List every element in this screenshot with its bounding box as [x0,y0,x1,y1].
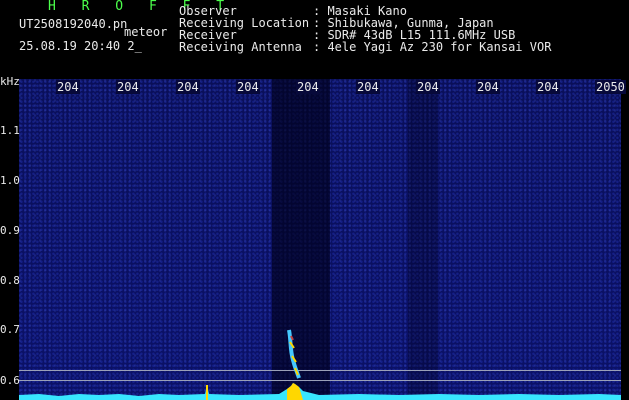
meteor-echo [287,329,301,379]
y-tick-label: 1.0 [0,174,20,187]
y-axis-unit: kHz [0,75,20,88]
detection-tag: meteor [124,25,168,39]
x-tick-label: 2050 [595,80,626,94]
info-value-antenna: : 4ele Yagi Az 230 for Kansai VOR [313,40,552,54]
x-tick-label: 204 [536,80,560,94]
y-tick-label: 0.7 [0,323,20,336]
info-labels: Observer Receiving Location Receiver Rec… [179,5,309,53]
x-tick-label: 204 [116,80,140,94]
x-tick-label: 204 [176,80,200,94]
x-tick-label: 204 [296,80,320,94]
power-spectrum [19,383,621,400]
info-values: : Masaki Kano : Shibukawa, Gunma, Japan … [313,5,551,53]
x-tick-label: 204 [56,80,80,94]
capture-datetime: 25.08.19 20:40 2_ [19,39,142,53]
y-tick-label: 0.8 [0,274,20,287]
info-label-antenna: Receiving Antenna [179,40,302,54]
x-tick-label: 204 [356,80,380,94]
x-tick-label: 204 [476,80,500,94]
x-tick-label: 204 [416,80,440,94]
y-tick-label: 0.6 [0,374,20,387]
image-filename: UT2508192040.pn [19,17,128,31]
hrofft-screen: { "header": { "brand": "H R O F F T", "f… [0,0,629,400]
dark-band [408,79,438,400]
spectrogram-waterfall [19,79,621,400]
x-tick-label: 204 [236,80,260,94]
reference-line [19,370,621,371]
y-tick-label: 0.9 [0,224,20,237]
y-tick-label: 1.1 [0,124,20,137]
reference-line [19,380,621,381]
